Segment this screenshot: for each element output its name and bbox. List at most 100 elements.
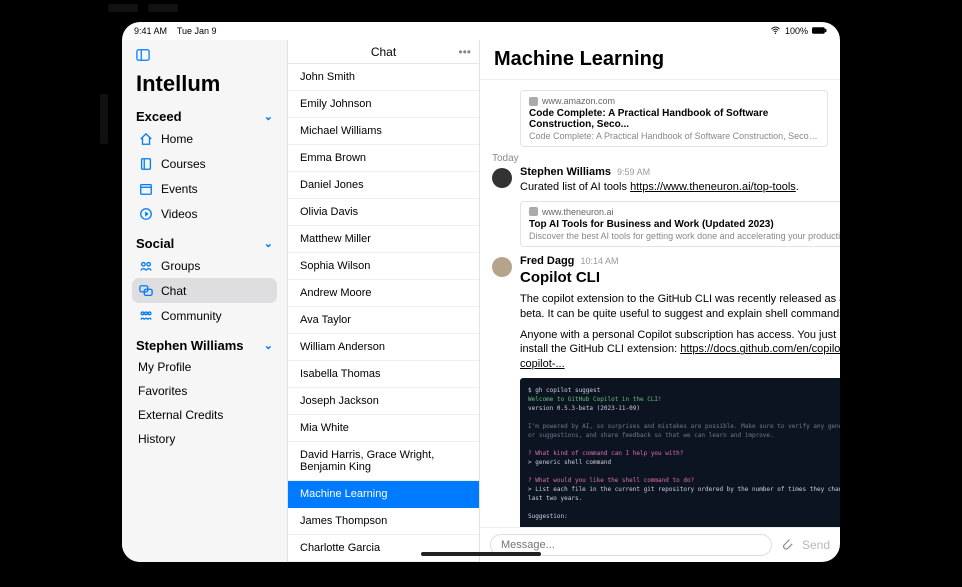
sidebar-item-history[interactable]: History [132, 427, 277, 451]
chat-list-item[interactable]: William Anderson [288, 334, 479, 361]
chat-list-item[interactable]: Emily Johnson [288, 91, 479, 118]
chat-column-header: Chat ••• [288, 40, 479, 64]
chat-list-item[interactable]: Matthew Miller [288, 226, 479, 253]
content-header: Machine Learning [480, 40, 840, 80]
message-link[interactable]: https://www.theneuron.ai/top-tools [630, 181, 796, 193]
nav-label: History [138, 432, 175, 446]
sidebar-item-profile[interactable]: My Profile [132, 355, 277, 379]
chat-list-item[interactable]: John Smith [288, 64, 479, 91]
message-composer: Send [480, 527, 840, 562]
sidebar-item-home[interactable]: Home [132, 126, 277, 151]
nav-label: Community [161, 309, 222, 323]
more-icon[interactable]: ••• [458, 45, 471, 59]
chat-column: Chat ••• John SmithEmily JohnsonMichael … [288, 40, 480, 562]
message: Fred Dagg 10:14 AM Copilot CLI The copil… [492, 255, 828, 527]
sidebar-item-courses[interactable]: Courses [132, 151, 277, 176]
home-indicator[interactable] [421, 552, 541, 556]
terminal-screenshot: $ gh copilot suggest Welcome to GitHub C… [520, 378, 840, 527]
chat-list-item[interactable]: Ava Taylor [288, 307, 479, 334]
battery-icon [812, 26, 828, 37]
section-header-exceed[interactable]: Exceed ⌄ [132, 105, 277, 126]
power-button[interactable] [100, 94, 108, 144]
section-label: Social [136, 236, 174, 251]
chat-list-item[interactable]: Charlotte Garcia [288, 535, 479, 562]
link-preview-card[interactable]: www.amazon.com Code Complete: A Practica… [520, 90, 828, 147]
chat-list-item[interactable]: Machine Learning [288, 481, 479, 508]
home-icon [138, 131, 153, 146]
message: Stephen Williams 9:59 AM Curated list of… [492, 166, 828, 247]
nav-label: Home [161, 132, 193, 146]
message-author: Stephen Williams [520, 166, 611, 178]
wifi-icon [770, 25, 781, 38]
groups-icon [138, 258, 153, 273]
volume-down-button[interactable] [148, 4, 178, 12]
sidebar-item-favorites[interactable]: Favorites [132, 379, 277, 403]
link-domain: www.amazon.com [542, 96, 615, 106]
sidebar-item-events[interactable]: Events [132, 176, 277, 201]
link-title: Top AI Tools for Business and Work (Upda… [529, 219, 840, 230]
tablet-device: 9:41 AM Tue Jan 9 100% Intellum [112, 12, 850, 572]
sidebar-item-chat[interactable]: Chat [132, 278, 277, 303]
chat-list-item[interactable]: Joseph Jackson [288, 388, 479, 415]
sidebar-item-groups[interactable]: Groups [132, 253, 277, 278]
chat-list-item[interactable]: Sophia Wilson [288, 253, 479, 280]
content-column: Machine Learning www.amazon.com Code Com… [480, 40, 840, 562]
chat-list-item[interactable]: Daniel Jones [288, 172, 479, 199]
chat-list-item[interactable]: Olivia Davis [288, 199, 479, 226]
calendar-icon [138, 181, 153, 196]
chat-list-item[interactable]: Andrew Moore [288, 280, 479, 307]
chevron-down-icon: ⌄ [264, 237, 273, 250]
chat-list-item[interactable]: Emma Brown [288, 145, 479, 172]
battery-percent: 100% [785, 26, 808, 36]
nav-label: Courses [161, 157, 206, 171]
nav-label: Chat [161, 284, 186, 298]
avatar[interactable] [492, 257, 512, 277]
link-desc: Code Complete: A Practical Handbook of S… [529, 131, 819, 141]
volume-up-button[interactable] [108, 4, 138, 12]
nav-label: Events [161, 182, 198, 196]
link-preview-card[interactable]: www.theneuron.ai Top AI Tools for Busine… [520, 201, 840, 247]
chat-list-item[interactable]: Isabella Thomas [288, 361, 479, 388]
sidebar-toggle-icon[interactable] [136, 49, 150, 66]
avatar[interactable] [492, 168, 512, 188]
sidebar-item-videos[interactable]: Videos [132, 201, 277, 226]
link-domain: www.theneuron.ai [542, 207, 614, 217]
nav-label: Videos [161, 207, 197, 221]
screen: 9:41 AM Tue Jan 9 100% Intellum [122, 22, 840, 562]
app-title: Intellum [132, 69, 277, 105]
chat-list-item[interactable]: Mia White [288, 415, 479, 442]
message-time: 10:14 AM [580, 256, 618, 266]
messages-pane[interactable]: www.amazon.com Code Complete: A Practica… [480, 80, 840, 527]
main-layout: Intellum Exceed ⌄ Home Courses Events [122, 40, 840, 562]
sidebar-item-external-credits[interactable]: External Credits [132, 403, 277, 427]
section-header-user[interactable]: Stephen Williams ⌄ [132, 334, 277, 355]
play-icon [138, 206, 153, 221]
favicon-icon [529, 97, 538, 106]
chat-list-item[interactable]: James Thompson [288, 508, 479, 535]
nav-label: External Credits [138, 408, 223, 422]
status-time: 9:41 AM [134, 26, 167, 36]
status-date: Tue Jan 9 [177, 26, 217, 36]
message-title: Copilot CLI [520, 269, 840, 286]
status-bar: 9:41 AM Tue Jan 9 100% [122, 22, 840, 40]
book-icon [138, 156, 153, 171]
attach-icon[interactable] [780, 536, 794, 555]
sidebar-item-community[interactable]: Community [132, 303, 277, 328]
chat-list[interactable]: John SmithEmily JohnsonMichael WilliamsE… [288, 64, 479, 562]
chevron-down-icon: ⌄ [264, 339, 273, 352]
nav-label: Favorites [138, 384, 187, 398]
message-text: Curated list of AI tools [520, 181, 630, 193]
chat-header-title: Chat [371, 45, 396, 59]
link-title: Code Complete: A Practical Handbook of S… [529, 108, 819, 130]
section-label: Exceed [136, 109, 182, 124]
message-time: 9:59 AM [617, 167, 650, 177]
link-desc: Discover the best AI tools for getting w… [529, 231, 840, 241]
chat-list-item[interactable]: Michael Williams [288, 118, 479, 145]
chat-list-item[interactable]: David Harris, Grace Wright, Benjamin Kin… [288, 442, 479, 481]
message-paragraph: The copilot extension to the GitHub CLI … [520, 292, 840, 322]
send-button[interactable]: Send [802, 538, 830, 552]
section-header-social[interactable]: Social ⌄ [132, 232, 277, 253]
section-label: Stephen Williams [136, 338, 244, 353]
day-separator: Today [492, 153, 828, 164]
nav-label: My Profile [138, 360, 191, 374]
